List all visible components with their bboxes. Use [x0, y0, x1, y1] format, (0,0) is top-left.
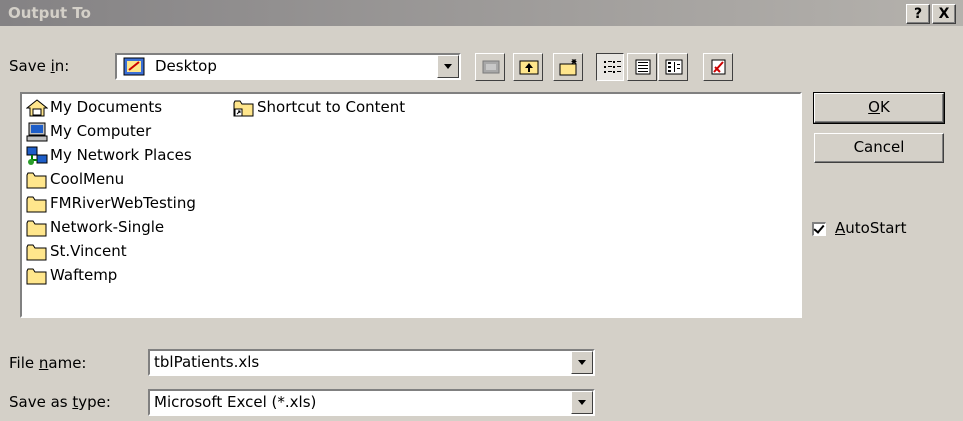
save-as-type-value: Microsoft Excel (*.xls) — [154, 393, 317, 411]
list-item-waftemp[interactable]: Waftemp — [24, 264, 234, 288]
list-item-my-network-places[interactable]: My Network Places — [24, 144, 234, 168]
list-item-network-single[interactable]: Network-Single — [24, 216, 234, 240]
new-folder-button[interactable] — [553, 53, 583, 81]
my-documents-icon — [26, 99, 48, 117]
back-button[interactable] — [475, 53, 505, 81]
file-list-column-1: My Documents My Computer My Network Plac… — [24, 96, 234, 288]
file-name-combo[interactable]: tblPatients.xls — [148, 349, 595, 376]
file-list[interactable]: My Documents My Computer My Network Plac… — [20, 92, 802, 318]
title-bar[interactable]: Output To ? X — [0, 0, 963, 28]
list-item-coolmenu[interactable]: CoolMenu — [24, 168, 234, 192]
save-in-value: Desktop — [155, 57, 217, 75]
list-item-my-documents[interactable]: My Documents — [24, 96, 234, 120]
cancel-button[interactable]: Cancel — [814, 133, 944, 163]
save-as-type-combo[interactable]: Microsoft Excel (*.xls) — [148, 389, 595, 416]
list-item-my-computer[interactable]: My Computer — [24, 120, 234, 144]
properties-icon — [665, 59, 683, 75]
list-item-st-vincent[interactable]: St.Vincent — [24, 240, 234, 264]
list-view-button[interactable] — [596, 53, 624, 81]
save-as-type-dropdown-arrow[interactable] — [571, 391, 593, 414]
file-list-column-2: Shortcut to Content — [231, 96, 471, 120]
save-in-combo[interactable]: Desktop — [115, 53, 461, 80]
output-to-dialog: Output To ? X Save in: Desktop My Docume… — [0, 0, 963, 421]
desktop-icon — [123, 57, 145, 76]
close-button[interactable]: X — [932, 4, 956, 24]
save-in-dropdown-arrow[interactable] — [437, 55, 459, 78]
new-folder-icon — [559, 59, 577, 76]
list-item-shortcut-to-content[interactable]: Shortcut to Content — [231, 96, 471, 120]
list-view-icon — [604, 61, 621, 73]
my-computer-icon — [26, 122, 48, 142]
ok-button[interactable]: OK — [813, 92, 945, 124]
tools-icon — [711, 59, 726, 75]
details-view-icon — [635, 59, 651, 75]
details-view-button[interactable] — [627, 53, 657, 81]
dialog-title: Output To — [8, 4, 91, 22]
file-name-value[interactable]: tblPatients.xls — [154, 353, 259, 371]
file-name-dropdown-arrow[interactable] — [571, 351, 593, 374]
folder-icon — [26, 244, 47, 261]
list-item-fmriverwebtesting[interactable]: FMRiverWebTesting — [24, 192, 234, 216]
autostart-label[interactable]: AutoStart — [835, 219, 906, 237]
properties-button[interactable] — [658, 53, 688, 81]
up-folder-button[interactable] — [513, 53, 543, 81]
folder-icon — [26, 196, 47, 213]
autostart-checkbox[interactable] — [812, 222, 826, 236]
back-icon — [482, 60, 500, 74]
tools-button[interactable] — [703, 53, 733, 81]
shortcut-folder-icon — [233, 100, 254, 117]
folder-icon — [26, 268, 47, 285]
folder-icon — [26, 220, 47, 237]
network-places-icon — [26, 146, 48, 165]
help-button[interactable]: ? — [906, 4, 930, 24]
save-as-type-label: Save as type: — [9, 393, 111, 411]
save-in-label: Save in: — [9, 57, 70, 75]
up-folder-icon — [519, 60, 539, 75]
folder-icon — [26, 172, 47, 189]
file-name-label: File name: — [9, 354, 87, 372]
